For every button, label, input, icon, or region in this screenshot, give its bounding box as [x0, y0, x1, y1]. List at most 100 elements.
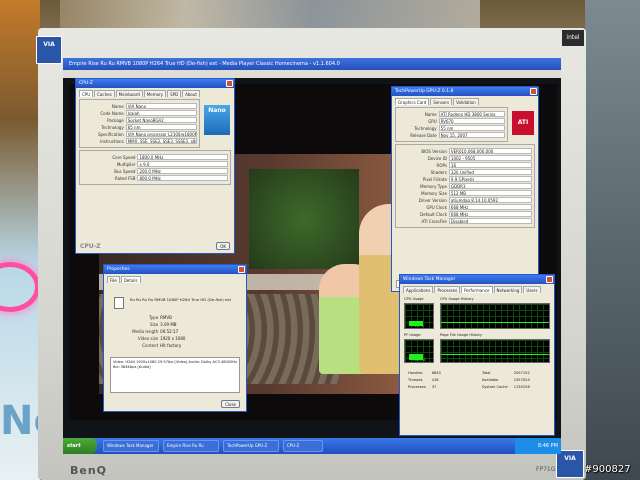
media-info-box: Video: H264 1920x1080 29.97fps [Video] A… — [110, 357, 240, 393]
cpuz-row: Name VIA Nano — [82, 103, 197, 109]
tab-cpu[interactable]: CPU — [79, 90, 94, 97]
properties-title: Properties — [107, 267, 130, 272]
properties-titlebar[interactable]: Properties — [104, 265, 246, 274]
cpuz-footer: CPU-Z — [80, 243, 101, 250]
gpuz-row: Pixel Fillrate 9.9 GPixel/s — [398, 176, 532, 182]
cpu-usage-label: CPU Usage — [404, 297, 424, 301]
table-row: Threads 418 — [408, 378, 439, 382]
system-tray-clock: 8:46 PM — [515, 438, 561, 454]
gpuz-row: Release Date Nov 15, 2007 — [398, 132, 505, 138]
gpuz-tabs: Graphics Card Sensors Validation — [392, 96, 538, 105]
file-icon — [114, 297, 124, 309]
tab-processes[interactable]: Processes — [434, 286, 461, 293]
tab-networking[interactable]: Networking — [493, 286, 523, 293]
tab-users[interactable]: Users — [523, 286, 541, 293]
cpuz-row: Technology 65 nm — [82, 124, 197, 130]
close-icon[interactable] — [530, 88, 537, 95]
taskbar-button[interactable]: Empire Rise Ru Ru — [163, 440, 219, 452]
start-button[interactable]: start — [63, 438, 97, 454]
ok-button[interactable]: OK — [216, 242, 230, 250]
close-icon[interactable] — [238, 266, 245, 273]
right-wall — [585, 0, 640, 480]
cpu-usage-graph: 25 % — [404, 303, 434, 329]
tab-graphics-card[interactable]: Graphics Card — [395, 98, 430, 105]
cpuz-clocks-group: Core Speed 1800.0 MHz Multiplier x 9.0 Bus… — [79, 150, 231, 185]
totals-table: Handles 6845 Threads 418 Processes 37 — [404, 369, 445, 392]
ati-logo: ATI — [512, 111, 534, 135]
pf-history-graph — [440, 339, 550, 363]
tab-about[interactable]: About — [182, 90, 200, 97]
physical-memory-table: Total 2097152 Available 1357024 System Cac… — [478, 369, 534, 392]
cpu-usage-value: 25 % — [414, 324, 424, 328]
cpuz-titlebar[interactable]: CPU-Z — [76, 79, 234, 88]
gpuz-info-group: Name ATI Radeon HD 3800 Series GPU RV670 T… — [395, 107, 508, 142]
gpuz-details-group: BIOS Version VER010.068.000.000 Device ID… — [395, 144, 535, 228]
gpuz-title: TechPowerUp GPU-Z 0.1.8 — [395, 89, 454, 94]
table-row: System Cache 1130256 — [482, 385, 530, 389]
taskbar: start Windows Task Manager Empire Rise R… — [63, 438, 561, 454]
taskbar-button[interactable]: TechPowerUp GPU-Z — [223, 440, 279, 452]
tab-performance[interactable]: Performance — [461, 286, 493, 293]
cpu-history-graph — [440, 303, 550, 329]
player-menu-bar — [63, 70, 561, 78]
pf-history-label: Page File Usage History — [440, 333, 483, 337]
table-row: Handles 6845 — [408, 371, 441, 375]
properties-details: Type RMVB Size 3.09 MB Media length 00:52:1… — [110, 313, 242, 349]
task-manager-titlebar[interactable]: Windows Task Manager — [400, 275, 554, 284]
close-icon[interactable] — [226, 80, 233, 87]
cpuz-row: Specification VIA Nano processor L2100@18… — [98, 131, 197, 137]
close-icon[interactable] — [546, 276, 553, 283]
monitor-screen: Empire Rise Ru Ru RMVB 1080P H264 True H… — [63, 58, 561, 454]
taskbar-button[interactable]: CPU-Z — [283, 440, 323, 452]
properties-row: Video size 1920 x 1080 — [137, 335, 186, 341]
via-sticker-bottom: VIA — [556, 450, 584, 478]
pf-history-line — [441, 354, 549, 355]
via-sticker-top: VIA — [36, 36, 62, 64]
gpuz-row: Memory Type GDDR3 — [398, 183, 532, 189]
intel-sticker: intel — [562, 30, 584, 46]
cpuz-row: Multiplier x 9.0 — [82, 161, 228, 167]
tab-caches[interactable]: Caches — [94, 90, 115, 97]
cpuz-tabs: CPU Caches Mainboard Memory SPD About — [76, 88, 234, 97]
gpuz-row: ROPs 16 — [398, 162, 532, 168]
cpuz-title: CPU-Z — [79, 81, 93, 86]
pf-usage-label: PF Usage — [404, 333, 421, 337]
tab-validation[interactable]: Validation — [453, 98, 479, 105]
properties-window: Properties File Details Ru Ru Ru Ru RMVB… — [103, 264, 247, 412]
gpuz-row: Driver Version atiumdag 8.14.10.0592 — [398, 197, 532, 203]
tab-applications[interactable]: Applications — [403, 286, 434, 293]
cpuz-row: Bus Speed 200.0 MHz — [82, 168, 228, 174]
tab-file[interactable]: File — [107, 276, 120, 283]
gpuz-row: Technology 55 nm — [398, 125, 505, 131]
gpuz-row: GPU RV670 — [398, 118, 505, 124]
tab-details[interactable]: Details — [120, 276, 141, 283]
tab-spd[interactable]: SPD — [167, 90, 182, 97]
task-manager-title: Windows Task Manager — [403, 277, 456, 282]
gpuz-titlebar[interactable]: TechPowerUp GPU-Z 0.1.8 — [392, 87, 538, 96]
cpuz-processor-group: Name VIA Nano Code Name Isaiah Package Sock… — [79, 99, 200, 148]
top-shelf — [60, 0, 480, 28]
close-button[interactable]: Close — [221, 400, 240, 408]
table-row: Total 2097152 — [482, 371, 530, 375]
task-manager-tabs: Applications Processes Performance Netwo… — [400, 284, 554, 293]
monitor-model: FP71G — [536, 466, 556, 473]
cpuz-row: Rated FSB 800.0 MHz — [82, 175, 228, 181]
tab-memory[interactable]: Memory — [143, 90, 167, 97]
gpuz-row: GPU Clock 668 MHz — [398, 204, 532, 210]
gpuz-row: Memory Size 512 MB — [398, 190, 532, 196]
gpuz-row: Name ATI Radeon HD 3800 Series — [398, 111, 505, 117]
task-manager-window: Windows Task Manager Applications Proces… — [399, 274, 555, 436]
tab-sensors[interactable]: Sensors — [430, 98, 453, 105]
cpuz-row: Instructions MMX, SSE, SSE2, SSE3, SSSE3,… — [100, 138, 197, 144]
gpuz-window: TechPowerUp GPU-Z 0.1.8 Graphics Card Se… — [391, 86, 539, 292]
tab-mainboard[interactable]: Mainboard — [115, 90, 143, 97]
file-name: Ru Ru Ru Ru RMVB 1080P H264 True HD (De-… — [130, 297, 231, 302]
table-row: Processes 37 — [408, 385, 437, 389]
properties-row: Content Hit factory — [142, 342, 182, 348]
taskbar-button[interactable]: Windows Task Manager — [103, 440, 159, 452]
gpuz-row: BIOS Version VER010.068.000.000 — [398, 148, 532, 154]
properties-row: Media length 00:52:17 — [132, 328, 179, 334]
monitor-brand: BenQ — [70, 464, 108, 477]
gpuz-row: Device ID 1002 - 9505 — [398, 155, 532, 161]
cpuz-row: Package Socket NanoBGA2 — [82, 117, 197, 123]
